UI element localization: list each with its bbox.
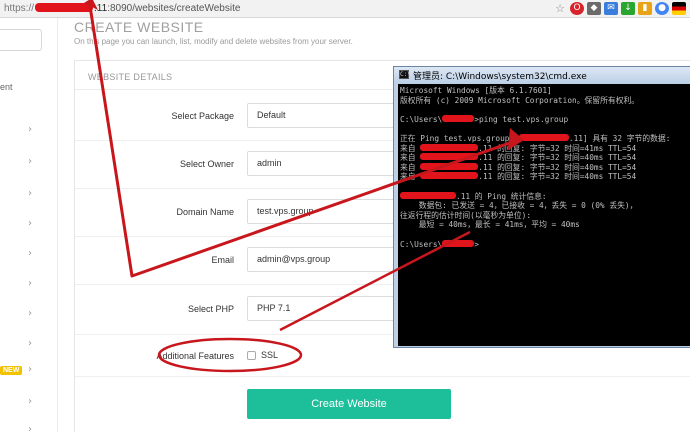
additional-features-label: Additional Features [156, 351, 234, 361]
cmd-line: 来自 .11 的回复: 字节=32 时间=40ms TTL=54 [400, 172, 690, 182]
redacted-ip [420, 162, 479, 170]
php-select[interactable]: PHP 7.1 [247, 296, 407, 321]
owner-label: Select Owner [179, 159, 234, 169]
chevron-right-icon[interactable]: › [28, 364, 32, 375]
cmd-line: 版权所有 (c) 2009 Microsoft Corporation。保留所有… [400, 95, 640, 105]
php-select-value: PHP 7.1 [257, 303, 291, 313]
sidebar-search-input[interactable] [0, 29, 42, 51]
cmd-blank-line [400, 124, 690, 134]
package-select[interactable]: Default [247, 103, 407, 128]
cmd-line: 来自 .11 的回复: 字节=32 时间=40ms TTL=54 [400, 162, 690, 173]
redacted-username [442, 114, 475, 122]
redacted-ip [420, 172, 479, 180]
address-bar[interactable]: https:// .11:8090/websites/createWebsite [4, 3, 240, 14]
star-icon[interactable]: ☆ [553, 2, 567, 15]
php-label: Select PHP [187, 304, 234, 314]
cmd-text: C:\Users\ [400, 114, 443, 124]
redacted-ip [420, 153, 479, 161]
domain-label: Domain Name [176, 207, 234, 217]
url-path: :8090/websites/createWebsite [107, 3, 241, 14]
cmd-text: .11 的回复: 字节=32 时间=40ms TTL=54 [478, 162, 637, 172]
browser-extension-icons: ☆ O ◆ ✉ ↓ ▮ ● [553, 2, 686, 15]
chevron-right-icon[interactable]: › [28, 396, 32, 407]
cmd-blank-line [400, 105, 690, 115]
sidebar-item-label[interactable]: ent [0, 82, 13, 92]
owner-select[interactable]: admin [247, 151, 407, 176]
cmd-line: 数据包: 已发送 = 4，已接收 = 4，丢失 = 0 (0% 丢失)， [400, 201, 638, 211]
url-host-suffix: .11 [94, 3, 108, 14]
browser-toolbar: https://.11:8090/websites/createWebsite … [0, 0, 690, 18]
cmd-text: .11 的 Ping 统计信息: [456, 191, 547, 201]
cmd-titlebar[interactable]: C:\ 管理员: C:\Windows\system32\cmd.exe [394, 67, 690, 83]
cmd-prompt-line: C:\Users\ > [400, 239, 690, 250]
cmd-text: 来自 [400, 162, 421, 172]
redacted-ip [518, 133, 569, 141]
bookmark-icon[interactable]: ▮ [638, 2, 652, 15]
download-icon[interactable]: ↓ [621, 2, 635, 15]
cmd-line: 正在 Ping test.vps.group [ .11] 具有 32 字节的数据… [400, 133, 690, 144]
cmd-text: 来自 [400, 143, 421, 153]
cmd-line: .11 的 Ping 统计信息: [400, 191, 690, 202]
ssl-label[interactable]: SSL [261, 350, 278, 360]
chevron-right-icon[interactable]: › [28, 338, 32, 349]
sidebar: ent › › › › › › › › NEW › › › [0, 18, 58, 432]
create-website-button[interactable]: Create Website [247, 389, 451, 419]
redacted-ip [35, 3, 94, 12]
mail-icon[interactable]: ✉ [604, 2, 618, 15]
cmd-text: 来自 [400, 172, 421, 182]
cmd-blank-line [400, 230, 690, 240]
chevron-right-icon[interactable]: › [28, 308, 32, 319]
cmd-text: 正在 Ping test.vps.group [ [400, 133, 519, 143]
domain-input[interactable]: test.vps.group [247, 199, 407, 224]
email-label: Email [211, 255, 234, 265]
terminal-icon: C:\ [399, 70, 411, 79]
chevron-right-icon[interactable]: › [28, 188, 32, 199]
chevron-right-icon[interactable]: › [28, 424, 32, 432]
chevron-right-icon[interactable]: › [28, 124, 32, 135]
cmd-title: 管理员: C:\Windows\system32\cmd.exe [413, 72, 587, 82]
panel-heading: WEBSITE DETAILS [88, 72, 173, 82]
cmd-line: 来自 .11 的回复: 字节=32 时间=40ms TTL=54 [400, 153, 690, 163]
opera-icon[interactable]: O [570, 2, 584, 15]
flag-icon[interactable] [672, 2, 686, 15]
cmd-text: >ping test.vps.group [474, 114, 569, 124]
chevron-right-icon[interactable]: › [28, 156, 32, 167]
url-protocol: https:// [4, 3, 35, 14]
cmd-line: 来自 .11 的回复: 字节=32 时间=41ms TTL=54 [400, 143, 690, 154]
redacted-ip [400, 191, 456, 199]
extension-icon[interactable]: ◆ [587, 2, 601, 15]
email-input-value: admin@vps.group [257, 254, 331, 264]
package-select-value: Default [257, 110, 286, 120]
cmd-text: .11] 具有 32 字节的数据: [568, 133, 671, 143]
new-badge: NEW [0, 366, 23, 375]
cmd-text: 来自 [400, 153, 421, 163]
cmd-line: 往返行程的估计时间(以毫秒为单位): [400, 210, 532, 220]
page-title: CREATE WEBSITE [74, 19, 204, 35]
chevron-right-icon[interactable]: › [28, 278, 32, 289]
cmd-line: 最短 = 40ms，最长 = 41ms，平均 = 40ms [400, 220, 580, 230]
chevron-right-icon[interactable]: › [28, 248, 32, 259]
chevron-right-icon[interactable]: › [28, 218, 32, 229]
redacted-ip [420, 143, 479, 151]
cmd-text: .11 的回复: 字节=32 时间=40ms TTL=54 [478, 153, 637, 163]
cmd-text: .11 的回复: 字节=32 时间=40ms TTL=54 [478, 172, 637, 182]
ssl-checkbox[interactable] [247, 351, 256, 360]
owner-select-value: admin [257, 158, 282, 168]
chrome-icon[interactable]: ● [655, 2, 669, 15]
email-input[interactable]: admin@vps.group [247, 247, 407, 272]
cmd-line: C:\Users\ >ping test.vps.group [400, 114, 690, 125]
page-subtitle: On this page you can launch, list, modif… [74, 37, 353, 46]
cmd-window[interactable]: C:\ 管理员: C:\Windows\system32\cmd.exe Mic… [393, 66, 690, 348]
cmd-blank-line [400, 182, 690, 192]
cmd-output[interactable]: Microsoft Windows [版本 6.1.7601] 版权所有 (c)… [398, 84, 690, 346]
cmd-text: .11 的回复: 字节=32 时间=41ms TTL=54 [478, 143, 637, 153]
divider [75, 376, 690, 377]
cmd-line: Microsoft Windows [版本 6.1.7601] [400, 86, 552, 95]
package-label: Select Package [171, 111, 234, 121]
redacted-username [442, 239, 475, 247]
cmd-text: > [474, 239, 479, 249]
domain-input-value: test.vps.group [257, 206, 314, 216]
cmd-text: C:\Users\ [400, 239, 443, 249]
